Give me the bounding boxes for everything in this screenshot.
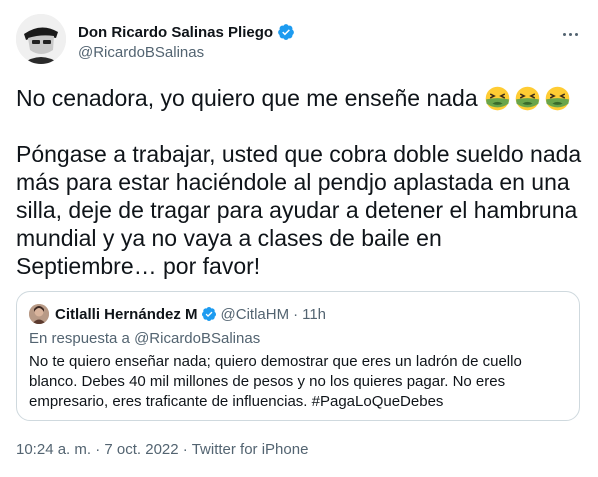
author-names: Don Ricardo Salinas Pliego @RicardoBSali… xyxy=(78,22,295,61)
tweet: Don Ricardo Salinas Pliego @RicardoBSali… xyxy=(0,0,598,477)
quoted-avatar[interactable] xyxy=(29,304,49,324)
quoted-display-name[interactable]: Citlalli Hernández M xyxy=(55,306,198,323)
tweet-text: No cenadora, yo quiero que me enseñe nad… xyxy=(16,84,582,280)
tweet-text-paragraph2: Póngase a trabajar, usted que cobra dobl… xyxy=(16,141,582,279)
reply-to-handle[interactable]: @RicardoBSalinas xyxy=(134,330,260,347)
emoji-group xyxy=(484,85,574,112)
meta-separator: · xyxy=(91,441,105,458)
quoted-tweet-text: No te quiero enseñar nada; quiero demost… xyxy=(29,353,522,410)
tweet-source[interactable]: Twitter for iPhone xyxy=(192,441,309,458)
nauseated-face-emoji-icon xyxy=(484,85,511,112)
quoted-reply-context: En respuesta a @RicardoBSalinas xyxy=(29,330,260,347)
tweet-metadata: 10:24 a. m. · 7 oct. 2022 · Twitter for … xyxy=(16,441,308,458)
reply-prefix: En respuesta a xyxy=(29,330,130,347)
verified-badge-icon xyxy=(277,23,295,41)
nauseated-face-emoji-icon xyxy=(544,85,571,112)
tweet-time[interactable]: 10:24 a. m. xyxy=(16,441,91,458)
quoted-handle[interactable]: @CitlaHM xyxy=(221,306,290,323)
author-handle[interactable]: @RicardoBSalinas xyxy=(78,44,295,61)
tweet-text-line1: No cenadora, yo quiero que me enseñe nad… xyxy=(16,85,478,111)
quoted-tweet[interactable]: Citlalli Hernández M @CitlaHM · 11h En r… xyxy=(16,291,580,421)
tweet-header: Don Ricardo Salinas Pliego @RicardoBSali… xyxy=(16,14,582,68)
quoted-tweet-header: Citlalli Hernández M @CitlaHM · 11h xyxy=(29,304,326,324)
quoted-verified-badge-icon xyxy=(201,306,217,322)
avatar[interactable] xyxy=(16,14,66,64)
nauseated-face-emoji-icon xyxy=(514,85,541,112)
quoted-timestamp[interactable]: 11h xyxy=(302,306,326,323)
more-options-icon[interactable] xyxy=(558,24,582,44)
author-display-name[interactable]: Don Ricardo Salinas Pliego xyxy=(78,24,273,41)
meta-separator: · xyxy=(178,441,192,458)
quoted-separator: · xyxy=(293,305,299,323)
tweet-date[interactable]: 7 oct. 2022 xyxy=(104,441,178,458)
